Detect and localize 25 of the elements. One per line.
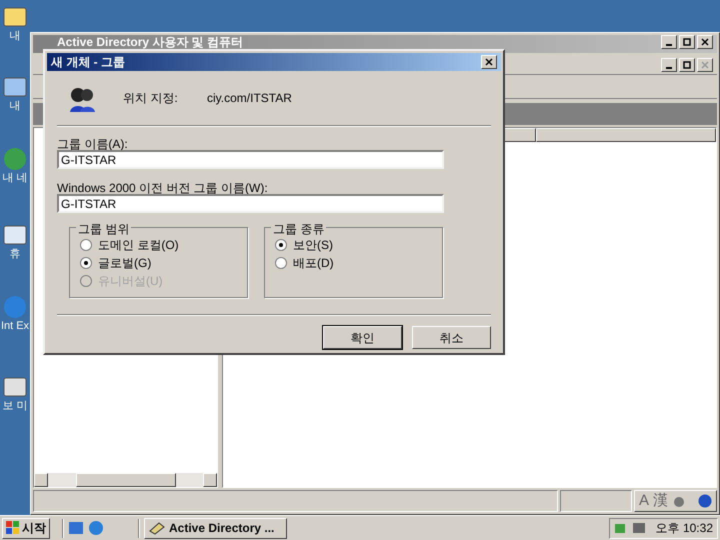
input-field[interactable]: G-ITSTAR (57, 194, 444, 213)
dialog-button[interactable]: 취소 (412, 326, 491, 349)
dialog-title: 새 개체 - 그룹 (51, 54, 125, 71)
start-button[interactable]: 시작 (2, 518, 50, 538)
dialog-button[interactable]: 확인 (323, 326, 402, 349)
clock: 오후 10:32 (656, 520, 713, 537)
field-label: 그룹 이름(A): (57, 136, 129, 150)
desktop-icon-label: 보 미 (1, 400, 29, 413)
location-label: 위치 지정: (123, 90, 179, 107)
window-title: Active Directory 사용자 및 컴퓨터 (56, 35, 244, 49)
desktop-icon-label: 내 (8, 30, 22, 43)
field-label: Windows 2000 이전 버전 그룹 이름(W): (57, 180, 269, 194)
radio-label: 글로벌(G) (98, 255, 152, 272)
desktop-icon-label: Int Ex (0, 320, 30, 333)
radio-label: 배포(D) (293, 255, 334, 272)
desktop-icon-label: 내 네 (1, 172, 29, 185)
ime-mode-button[interactable]: 漢 (653, 490, 668, 512)
ime-mode-button[interactable]: A (638, 490, 649, 512)
desktop-icon-label: 내 (8, 100, 22, 113)
location-value: ciy.com/ITSTAR (207, 90, 292, 107)
radio-label: 보안(S) (293, 237, 333, 254)
taskbar-button[interactable]: Active Directory ... (144, 518, 287, 538)
radio-label: 도메인 로컬(O) (98, 237, 179, 254)
input-field[interactable]: G-ITSTAR (57, 150, 444, 169)
desktop-icon-label: 휴 (8, 248, 22, 261)
